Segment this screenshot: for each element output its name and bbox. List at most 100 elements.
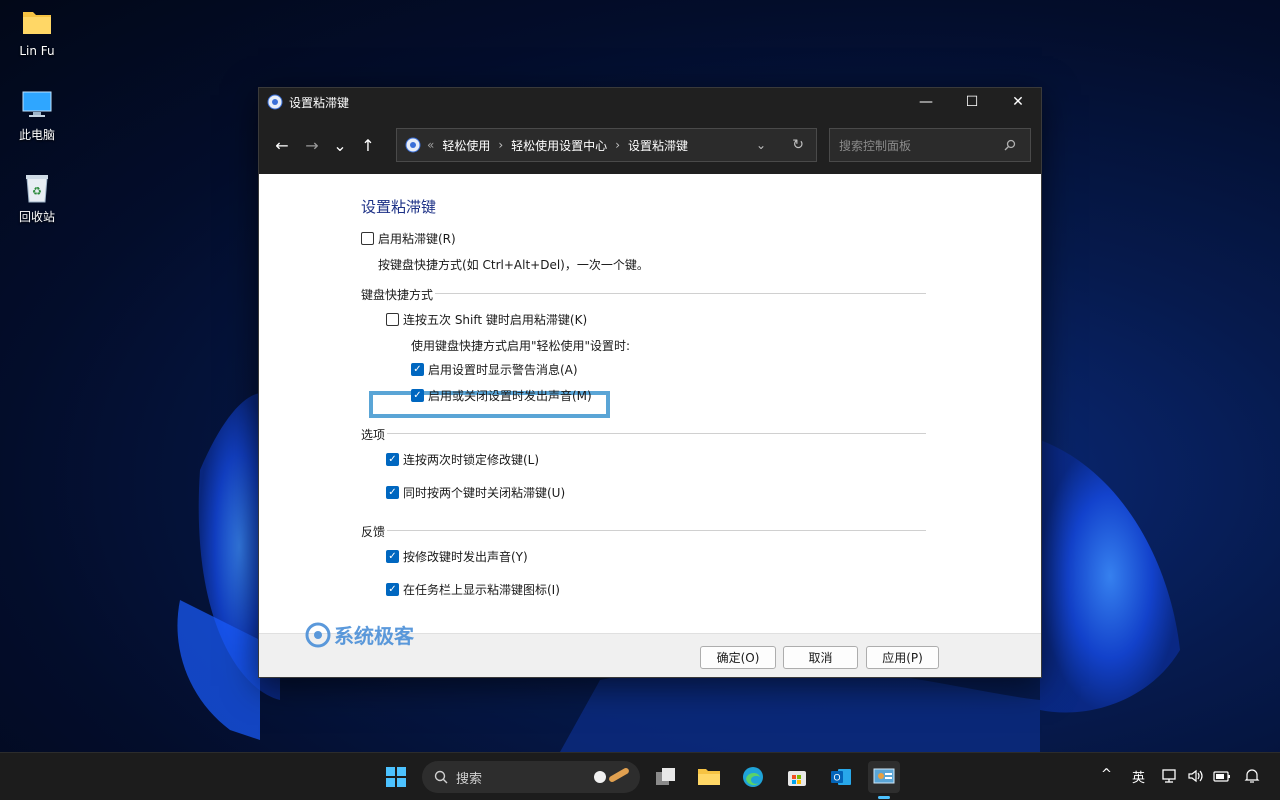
svg-text:♻: ♻: [32, 185, 42, 198]
desktop-icon-recycle-bin[interactable]: ♻ 回收站: [8, 172, 66, 225]
play-sound-checkbox[interactable]: ✓: [411, 389, 424, 402]
shift-five-times-option[interactable]: 连按五次 Shift 键时启用粘滞键(K): [386, 311, 587, 328]
watermark-logo-icon: [305, 622, 331, 647]
section-title: 反馈: [361, 525, 386, 539]
sticky-keys-window: 设置粘滞键 — ☐ ✕ ← → ⌄ ↑ « 轻松使用 › 轻松使用设置中心 › …: [258, 87, 1042, 678]
minimize-button[interactable]: —: [903, 88, 949, 116]
turn-off-two-keys-option[interactable]: ✓ 同时按两个键时关闭粘滞键(U): [386, 484, 565, 501]
lock-modifier-option[interactable]: ✓ 连按两次时锁定修改键(L): [386, 451, 539, 468]
battery-icon[interactable]: [1212, 768, 1232, 784]
monitor-icon: [21, 90, 53, 122]
sound-modifier-option[interactable]: ✓ 按修改键时发出声音(Y): [386, 548, 528, 565]
start-button[interactable]: [380, 761, 412, 793]
control-panel-taskbar-button[interactable]: [868, 761, 900, 799]
show-taskbar-icon-checkbox[interactable]: ✓: [386, 583, 399, 596]
turn-off-two-keys-checkbox[interactable]: ✓: [386, 486, 399, 499]
option-label: 启用或关闭设置时发出声音(M): [428, 389, 592, 403]
ok-button[interactable]: 确定(O): [700, 646, 776, 669]
enable-sticky-keys-checkbox[interactable]: [361, 232, 374, 245]
apply-button[interactable]: 应用(P): [866, 646, 939, 669]
desktop-icon-this-pc[interactable]: 此电脑: [8, 90, 66, 143]
network-icon[interactable]: [1161, 768, 1179, 784]
control-panel-icon: [873, 768, 895, 784]
breadcrumb-separator[interactable]: ›: [615, 138, 620, 152]
search-highlight-icon: [594, 768, 629, 783]
taskbar: 搜索 O ^ 英: [0, 752, 1280, 800]
up-button[interactable]: ↑: [353, 130, 383, 160]
window-title: 设置粘滞键: [289, 95, 350, 110]
notification-bell-icon[interactable]: [1244, 768, 1260, 784]
section-feedback: 反馈: [361, 523, 926, 540]
forward-button[interactable]: →: [297, 130, 327, 160]
refresh-icon[interactable]: ↻: [792, 137, 804, 153]
close-button[interactable]: ✕: [995, 88, 1041, 116]
desktop-icon-user-folder[interactable]: Lin Fu: [8, 8, 66, 58]
enable-sticky-keys-option[interactable]: 启用粘滞键(R): [361, 230, 456, 247]
section-divider: [387, 530, 926, 531]
section-divider: [435, 293, 926, 294]
control-panel-icon: [405, 137, 421, 153]
breadcrumb-separator[interactable]: ›: [498, 138, 503, 152]
recent-locations-button[interactable]: ⌄: [327, 130, 353, 160]
show-warning-checkbox[interactable]: ✓: [411, 363, 424, 376]
windows-logo-icon: [386, 767, 406, 787]
option-label: 在任务栏上显示粘滞键图标(I): [403, 583, 560, 597]
title-bar[interactable]: 设置粘滞键 — ☐ ✕: [259, 88, 1041, 116]
outlook-icon: O: [831, 769, 851, 785]
desktop-icon-label: 此电脑: [18, 128, 55, 142]
search-icon: [1004, 139, 1016, 151]
show-taskbar-icon-option[interactable]: ✓ 在任务栏上显示粘滞键图标(I): [386, 581, 560, 598]
option-label: 同时按两个键时关闭粘滞键(U): [403, 486, 566, 500]
breadcrumb-sticky-keys[interactable]: 设置粘滞键: [628, 137, 688, 154]
store-icon: [788, 771, 806, 786]
desktop-icon-label: 回收站: [18, 210, 55, 224]
file-explorer-button[interactable]: [693, 761, 725, 793]
maximize-button[interactable]: ☐: [949, 88, 995, 116]
shortcut-description: 使用键盘快捷方式启用"轻松使用"设置时:: [411, 339, 631, 353]
enable-description: 按键盘快捷方式(如 Ctrl+Alt+Del)，一次一个键。: [378, 258, 649, 272]
task-view-icon: [656, 768, 675, 785]
ime-indicator[interactable]: 英: [1132, 767, 1145, 786]
outlook-button[interactable]: O: [825, 761, 857, 793]
active-indicator: [878, 796, 890, 799]
search-label: 搜索: [456, 771, 483, 787]
watermark: 系统极客: [305, 620, 414, 649]
breadcrumb-ease-center[interactable]: 轻松使用设置中心: [511, 137, 607, 154]
edge-button[interactable]: [737, 761, 769, 793]
shift-five-times-checkbox[interactable]: [386, 313, 399, 326]
sound-modifier-checkbox[interactable]: ✓: [386, 550, 399, 563]
edge-browser-icon: [743, 767, 763, 787]
svg-text:O: O: [833, 773, 840, 783]
desktop-icon-label: Lin Fu: [19, 44, 55, 58]
watermark-text: 系统极客: [334, 624, 414, 648]
folder-icon: [698, 769, 720, 785]
address-dropdown-icon[interactable]: ⌄: [756, 138, 766, 152]
option-label: 连按五次 Shift 键时启用粘滞键(K): [403, 313, 588, 327]
section-options: 选项: [361, 426, 926, 443]
back-button[interactable]: ←: [267, 130, 297, 160]
overflow-chevron[interactable]: «: [427, 138, 434, 152]
folder-icon: [21, 8, 53, 40]
option-label: 启用设置时显示警告消息(A): [428, 363, 578, 377]
search-icon: [434, 770, 448, 784]
tray-chevron-icon[interactable]: ^: [1101, 767, 1112, 782]
address-bar[interactable]: « 轻松使用 › 轻松使用设置中心 › 设置粘滞键 ⌄ ↻: [396, 128, 817, 162]
volume-icon[interactable]: [1187, 768, 1205, 784]
play-sound-option[interactable]: ✓ 启用或关闭设置时发出声音(M): [411, 387, 592, 404]
control-panel-icon: [267, 94, 283, 110]
taskbar-search[interactable]: 搜索: [422, 761, 640, 793]
option-label: 按修改键时发出声音(Y): [403, 550, 528, 564]
search-input[interactable]: 搜索控制面板: [829, 128, 1031, 162]
lock-modifier-checkbox[interactable]: ✓: [386, 453, 399, 466]
option-label: 连按两次时锁定修改键(L): [403, 453, 540, 467]
cancel-button[interactable]: 取消: [783, 646, 858, 669]
settings-content: 设置粘滞键 启用粘滞键(R) 按键盘快捷方式(如 Ctrl+Alt+Del)，一…: [259, 174, 1041, 633]
recycle-bin-icon: ♻: [21, 172, 53, 204]
search-placeholder: 搜索控制面板: [839, 138, 912, 153]
store-button[interactable]: [781, 761, 813, 793]
breadcrumb-ease-of-access[interactable]: 轻松使用: [442, 137, 490, 154]
option-label: 启用粘滞键(R): [378, 232, 456, 246]
task-view-button[interactable]: [650, 761, 682, 793]
show-warning-option[interactable]: ✓ 启用设置时显示警告消息(A): [411, 361, 578, 378]
section-keyboard-shortcut: 键盘快捷方式: [361, 286, 926, 303]
